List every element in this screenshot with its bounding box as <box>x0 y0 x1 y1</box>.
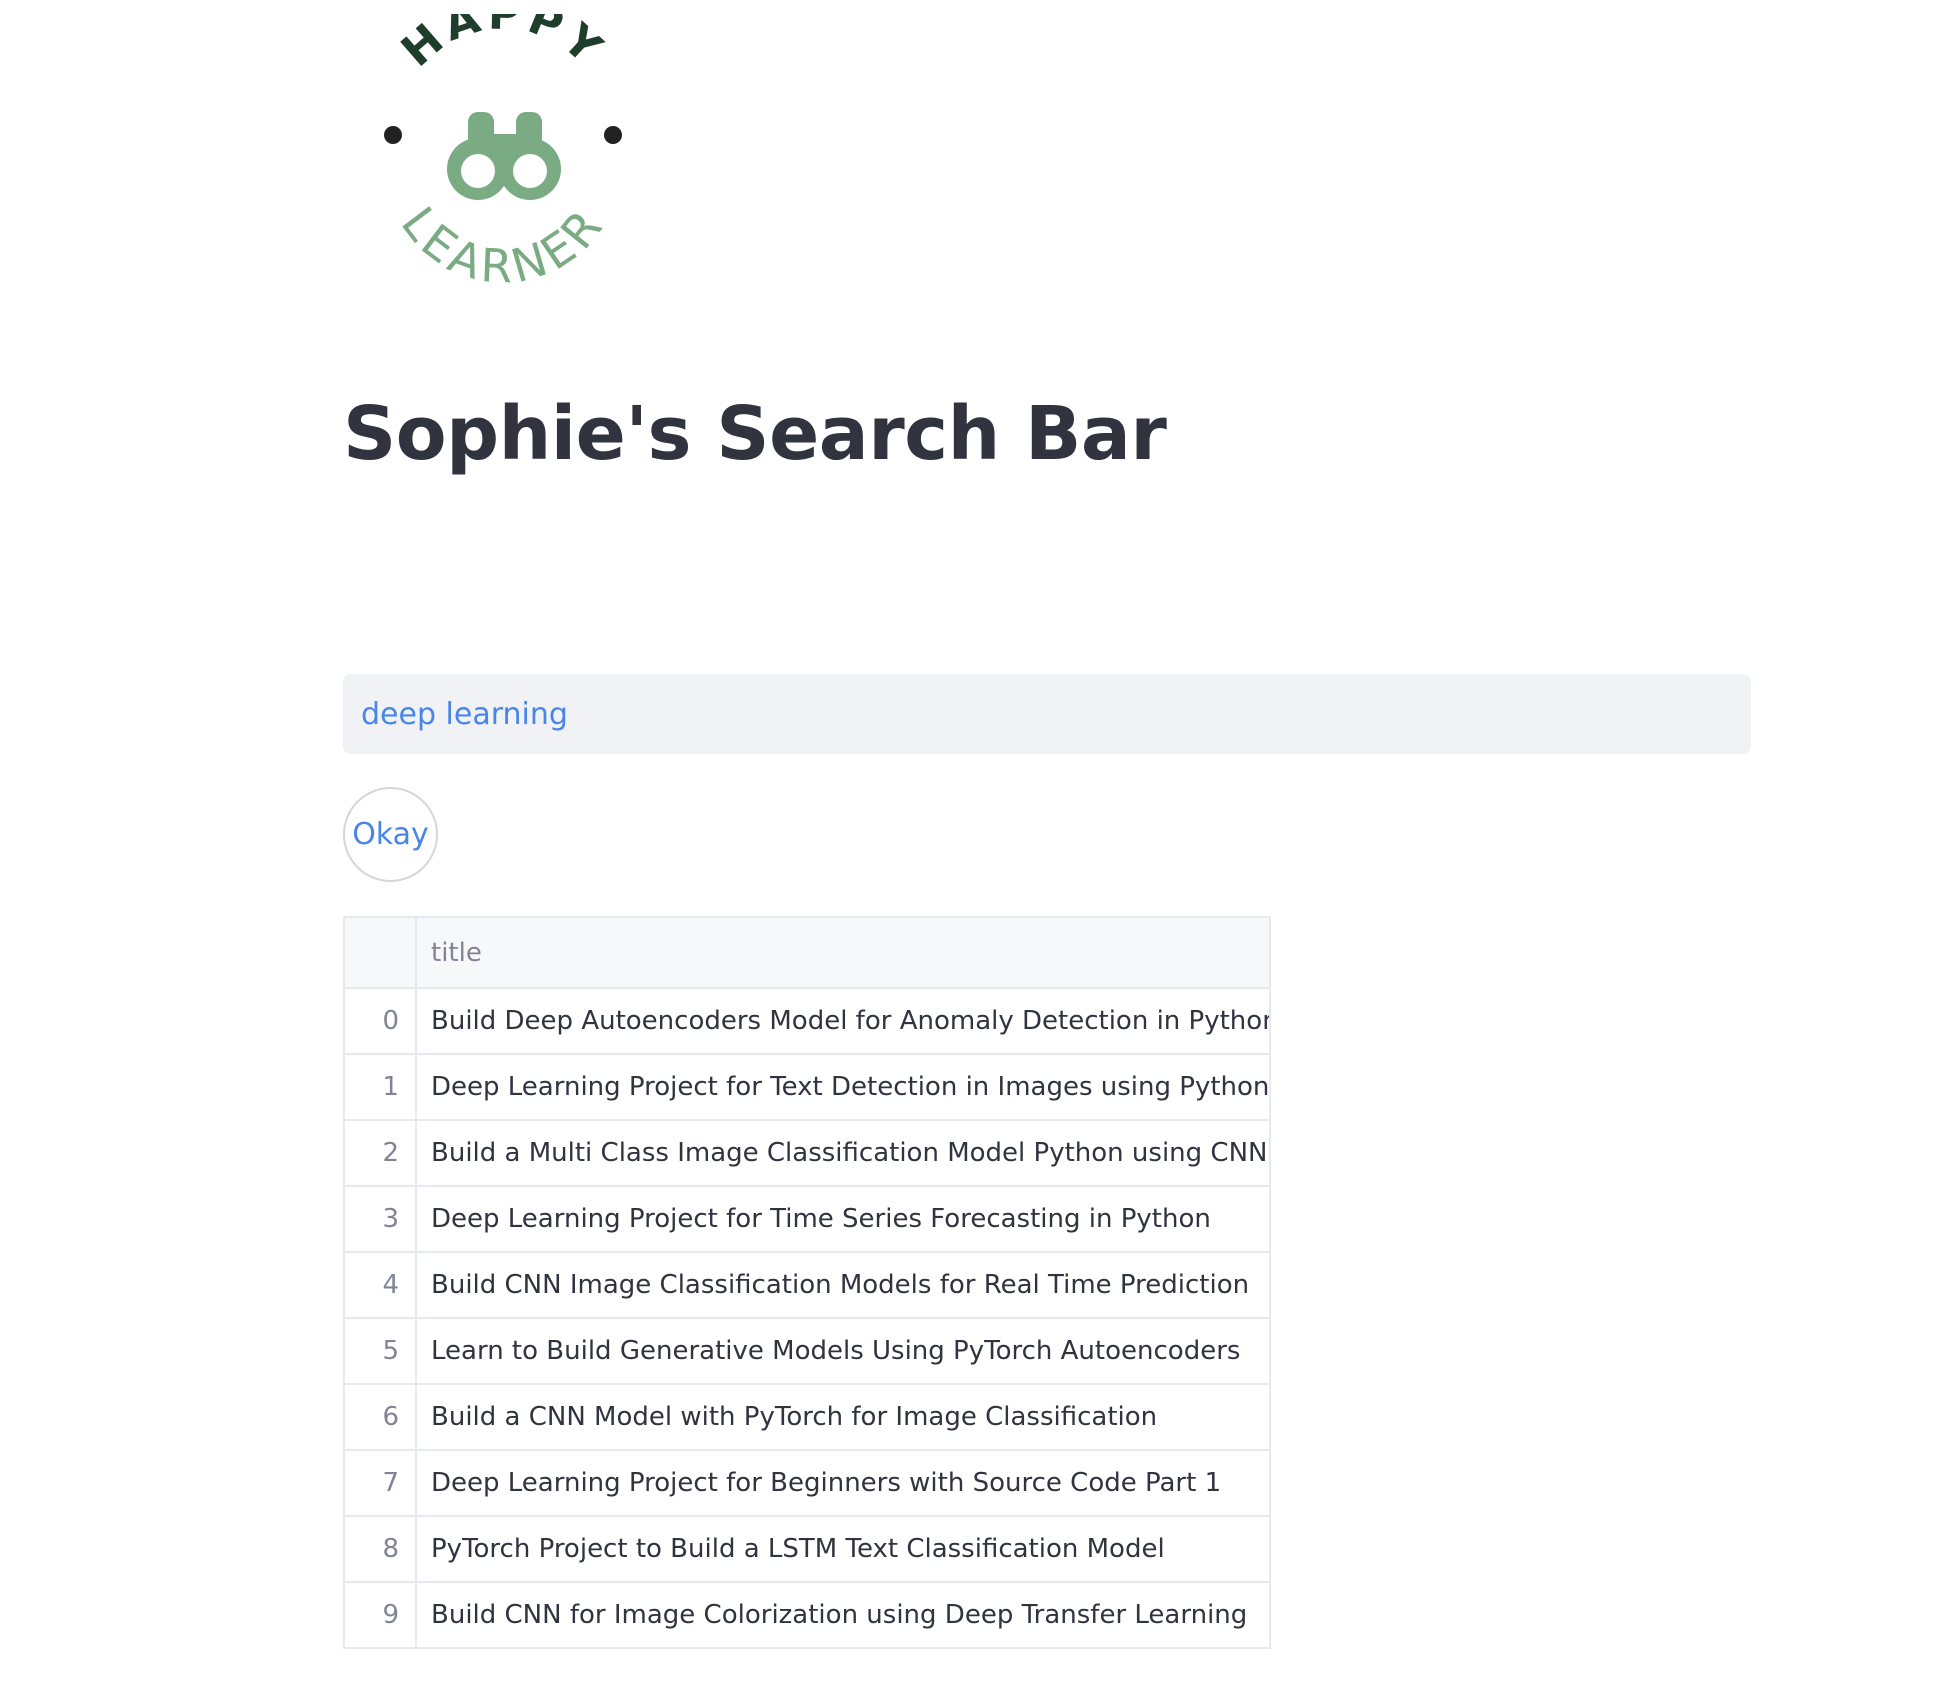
logo-graphic: HAPPY LEARNER <box>384 14 622 294</box>
happy-learner-logo: HAPPY LEARNER <box>363 14 643 304</box>
row-title[interactable]: Build a Multi Class Image Classification… <box>415 1119 1271 1187</box>
row-index: 9 <box>343 1581 417 1649</box>
row-title[interactable]: Deep Learning Project for Text Detection… <box>415 1053 1271 1121</box>
results-table: title 0 Build Deep Autoencoders Model fo… <box>343 916 1271 1649</box>
title-column-header[interactable]: title <box>415 916 1271 989</box>
search-box[interactable] <box>343 674 1751 754</box>
table-row: 3 Deep Learning Project for Time Series … <box>343 1185 1271 1253</box>
index-column-header[interactable] <box>343 916 417 989</box>
row-title[interactable]: Build CNN for Image Colorization using D… <box>415 1581 1271 1649</box>
row-index: 7 <box>343 1449 417 1517</box>
row-title[interactable]: Deep Learning Project for Time Series Fo… <box>415 1185 1271 1253</box>
row-index: 3 <box>343 1185 417 1253</box>
row-index: 4 <box>343 1251 417 1319</box>
row-title[interactable]: Build Deep Autoencoders Model for Anomal… <box>415 987 1271 1055</box>
table-row: 0 Build Deep Autoencoders Model for Anom… <box>343 987 1271 1055</box>
row-title[interactable]: PyTorch Project to Build a LSTM Text Cla… <box>415 1515 1271 1583</box>
table-row: 7 Deep Learning Project for Beginners wi… <box>343 1449 1271 1517</box>
row-title[interactable]: Deep Learning Project for Beginners with… <box>415 1449 1271 1517</box>
search-input[interactable] <box>343 674 1751 754</box>
okay-button[interactable]: Okay <box>343 787 438 882</box>
table-row: 1 Deep Learning Project for Text Detecti… <box>343 1053 1271 1121</box>
table-row: 4 Build CNN Image Classification Models … <box>343 1251 1271 1319</box>
table-row: 8 PyTorch Project to Build a LSTM Text C… <box>343 1515 1271 1583</box>
logo-right-dot <box>604 126 622 144</box>
logo-left-dot <box>384 126 402 144</box>
row-index: 5 <box>343 1317 417 1385</box>
row-index: 0 <box>343 987 417 1055</box>
row-title[interactable]: Build CNN Image Classification Models fo… <box>415 1251 1271 1319</box>
row-index: 1 <box>343 1053 417 1121</box>
svg-text:LEARNER: LEARNER <box>391 196 616 293</box>
table-row: 2 Build a Multi Class Image Classificati… <box>343 1119 1271 1187</box>
row-index: 8 <box>343 1515 417 1583</box>
row-index: 2 <box>343 1119 417 1187</box>
logo-top-text: HAPPY <box>392 14 609 77</box>
row-index: 6 <box>343 1383 417 1451</box>
table-row: 6 Build a CNN Model with PyTorch for Ima… <box>343 1383 1271 1451</box>
logo-bottom-text: LEARNER <box>391 196 611 293</box>
table-row: 5 Learn to Build Generative Models Using… <box>343 1317 1271 1385</box>
row-title[interactable]: Learn to Build Generative Models Using P… <box>415 1317 1271 1385</box>
page-title: Sophie's Search Bar <box>343 391 1167 477</box>
binoculars-icon <box>447 112 561 200</box>
table-header-row: title <box>343 916 1271 989</box>
svg-text:HAPPY: HAPPY <box>392 14 614 77</box>
row-title[interactable]: Build a CNN Model with PyTorch for Image… <box>415 1383 1271 1451</box>
table-row: 9 Build CNN for Image Colorization using… <box>343 1581 1271 1649</box>
